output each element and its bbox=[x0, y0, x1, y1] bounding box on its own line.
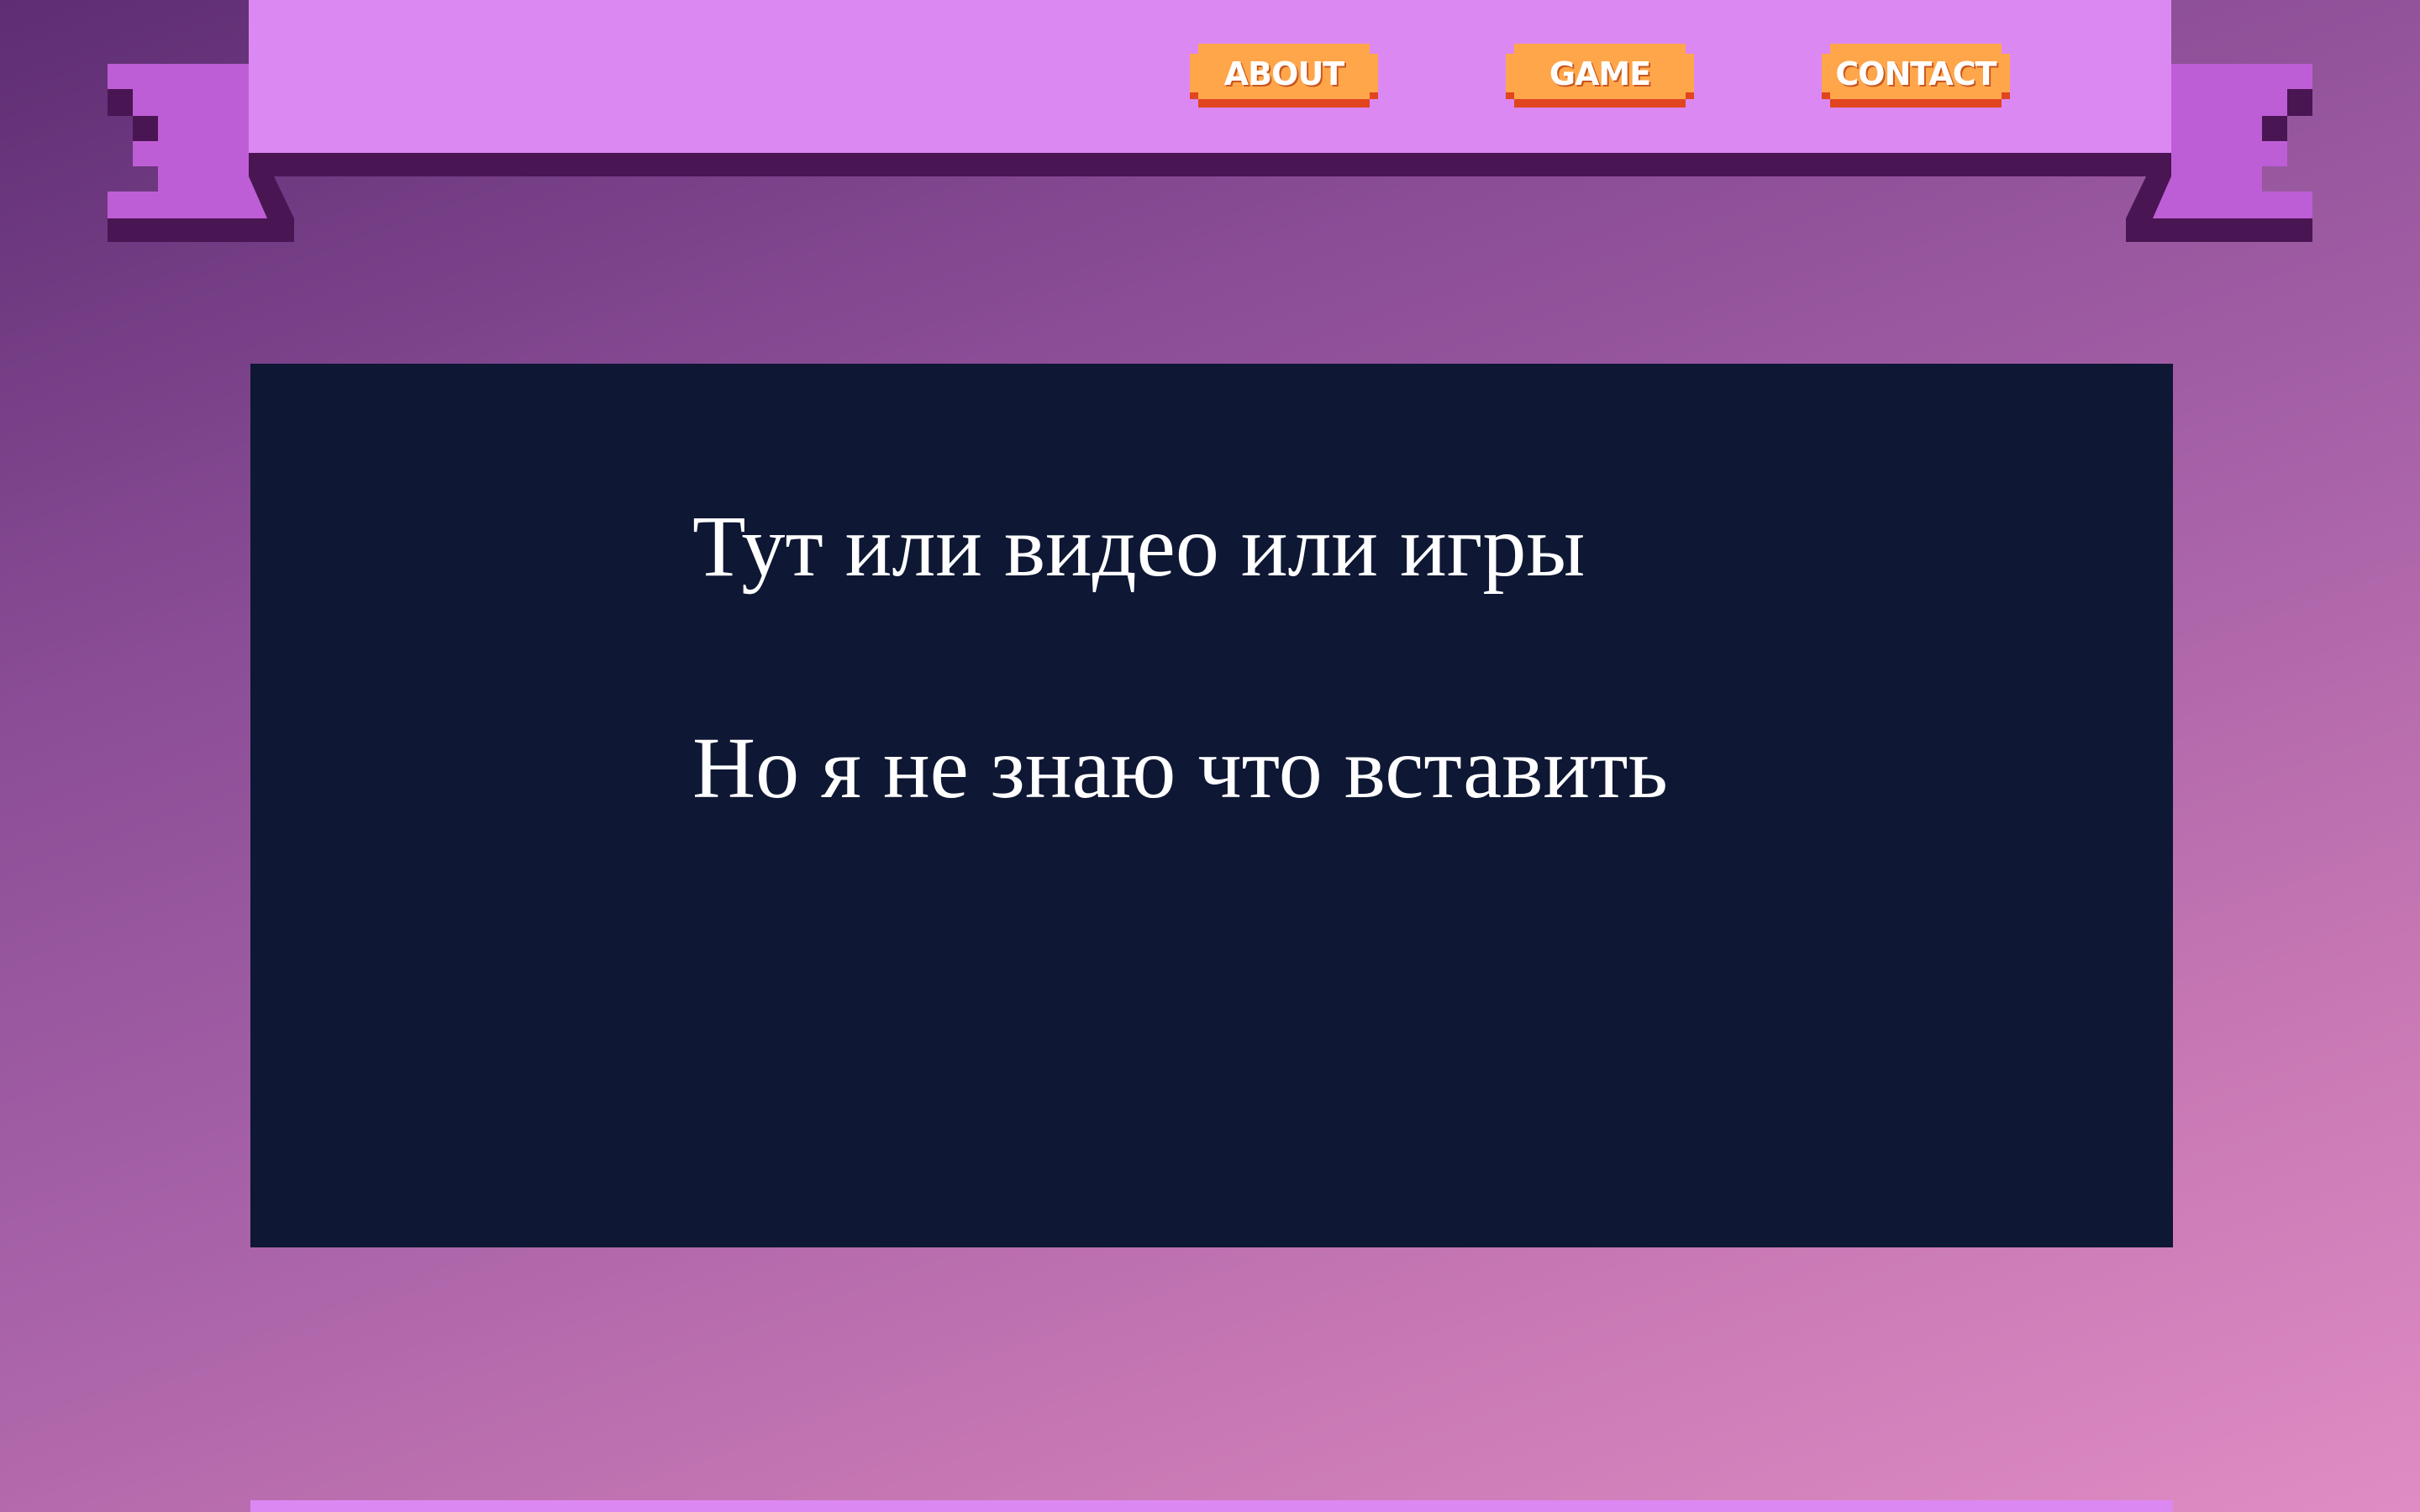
nav-contact-button-shadow bbox=[1830, 99, 2002, 108]
nav-game-button-shadow bbox=[1514, 99, 1686, 108]
content-line-2: Но я не знаю что вставить bbox=[692, 720, 1668, 816]
header-bar-shadow bbox=[249, 153, 2171, 176]
nav-about-label: ABOUT bbox=[1223, 55, 1344, 92]
nav-about-button[interactable]: ABOUT bbox=[1190, 44, 1378, 108]
content-panel: Тут или видео или игры Но я не знаю что … bbox=[250, 364, 2173, 1247]
content-line-1: Тут или видео или игры bbox=[692, 498, 1586, 595]
nav-about-button-shadow bbox=[1198, 99, 1370, 108]
nav-game-label: GAME bbox=[1549, 55, 1651, 92]
footer-strip bbox=[250, 1500, 2173, 1512]
nav-game-button[interactable]: GAME bbox=[1506, 44, 1694, 108]
nav-contact-button[interactable]: CONTACT bbox=[1822, 44, 2010, 108]
main-nav: ABOUT GAME CONTACT bbox=[0, 44, 2420, 108]
nav-contact-label: CONTACT bbox=[1835, 55, 1996, 92]
